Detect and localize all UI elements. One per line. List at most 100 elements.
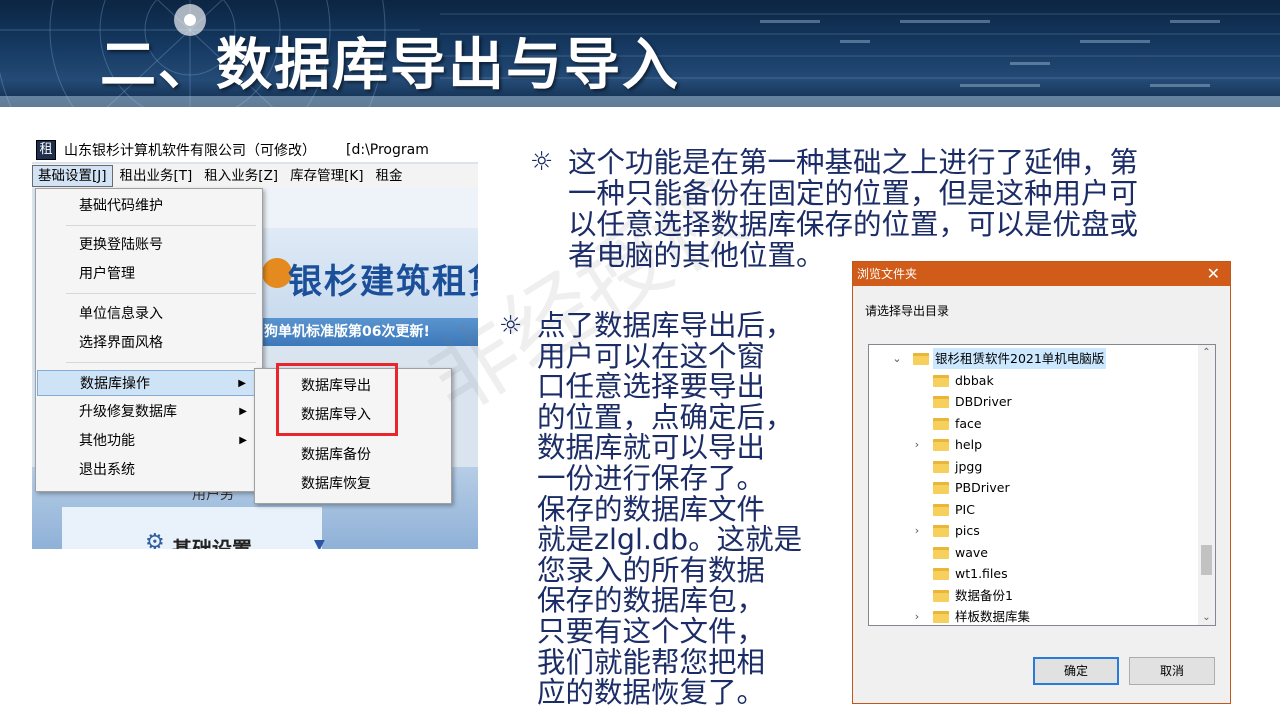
folder-icon [933,503,949,516]
menu-rent-fee[interactable]: 租金 [370,166,407,186]
menu-item-label: 退出系统 [79,462,135,478]
tree-item-label: pics [955,523,980,538]
tree-item-label: jpgg [955,458,983,474]
submenu-item-db-backup[interactable]: 数据库备份 [256,442,450,468]
submenu-arrow-icon: ▶ [239,406,247,417]
menu-item-switch-account[interactable]: 更换登陆账号 [37,232,261,258]
tree-item-label: 数据备份1 [955,587,1013,603]
folder-icon [933,460,949,473]
folder-icon [933,396,949,408]
menu-item-label: 更换登陆账号 [79,237,163,253]
expand-arrow-icon[interactable]: › [911,520,923,541]
bullet-paragraph-1: 这个功能是在第一种基础之上进行了延伸，第 一种只能备份在固定的位置，但是这种用户… [568,147,1138,271]
menu-rent-out[interactable]: 租出业务[T] [115,166,198,186]
bullet-line: 这个功能是在第一种基础之上进行了延伸，第 [568,146,1139,179]
bullet-line: 点了数据库导出后， [537,309,794,342]
tree-item-label: dbbak [955,372,994,388]
bullet-line: 应的数据恢复了。 [537,676,766,710]
menu-inventory[interactable]: 库存管理[K] [285,166,368,186]
folder-icon [933,611,949,623]
scroll-up-icon[interactable]: ⌃ [1198,347,1215,358]
submenu-arrow-icon: ▶ [238,378,246,389]
bullet-line: 一份进行保存了。 [537,461,766,495]
app-brand-banner: 银杉建筑租赁 [262,228,478,318]
bullet-sun-icon: ☼ [499,311,523,341]
ok-button[interactable]: 确定 [1033,657,1119,685]
tree-item-label: PIC [955,501,975,517]
version-text: 狗单机标准版第06次更新! [264,324,430,340]
folder-icon [933,525,949,537]
folder-icon [933,417,949,430]
expand-arrow-icon[interactable]: ⌄ [891,348,903,369]
gear-icon: ⚙ [145,530,165,549]
menu-item-exit[interactable]: 退出系统 [37,457,261,483]
app-logo-icon: 租 [36,139,56,160]
tree-item-label: DBDriver [955,394,1012,409]
tree-item-label: 样板数据库集 [955,609,1031,624]
menu-item-label: 基础代码维护 [79,198,163,214]
cancel-button[interactable]: 取消 [1129,657,1215,685]
menu-rent-in[interactable]: 租入业务[Z] [199,166,283,186]
bullet-line: 数据库就可以导出 [537,431,766,465]
highlight-box [276,363,398,436]
menu-item-database-ops[interactable]: 数据库操作 ▶ [37,370,261,396]
dialog-prompt: 请选择导出目录 [865,304,950,318]
tree-item-label: 银杉租赁软件2021单机电脑版 [933,348,1107,369]
bullet-line: 您录入的所有数据 [537,553,766,587]
app-window-path: [d:\Program [346,141,429,158]
submenu-item-label: 数据库恢复 [301,476,371,492]
menu-separator [66,362,256,363]
app-screenshot: 租 山东银杉计算机软件有限公司（可修改） [d:\Program 基础设置[J]… [32,137,478,549]
menu-separator [66,225,256,226]
submenu-arrow-icon: ▶ [239,435,247,446]
tree-item-label: help [955,437,983,452]
app-version-strip: 狗单机标准版第06次更新! [262,318,478,346]
bullet-line: 保存的数据库包， [537,584,766,618]
scroll-down-icon[interactable]: ⌄ [1198,612,1215,623]
title-banner: 二、数据库导出与导入 [0,0,1280,107]
app-window-title: 山东银杉计算机软件有限公司（可修改） [64,142,316,159]
folder-icon [913,353,929,365]
submenu-item-db-restore[interactable]: 数据库恢复 [256,471,450,497]
tree-item-label: wave [955,544,988,560]
folder-icon [933,439,949,451]
bullet-paragraph-2: 点了数据库导出后， 用户可以在这个窗 口任意选择要导出 的位置，点确定后， 数据… [537,309,803,710]
menu-item-user-management[interactable]: 用户管理 [37,261,261,287]
menu-item-base-code[interactable]: 基础代码维护 [37,193,261,219]
folder-icon [933,589,949,602]
menu-item-label: 选择界面风格 [79,335,163,351]
menu-item-label: 其他功能 [79,433,135,449]
dialog-titlebar: 浏览文件夹 ✕ [853,262,1230,286]
menu-item-upgrade-repair-db[interactable]: 升级修复数据库 ▶ [37,399,261,425]
bullet-line: 我们就能帮您把相 [537,645,766,679]
menu-basic-settings[interactable]: 基础设置[J] [32,165,113,187]
app-brand-text: 银杉建筑租赁 [288,262,478,302]
tree-item-label: face [955,415,982,431]
folder-icon [933,546,949,559]
expand-arrow-icon[interactable]: › [911,434,923,455]
bullet-line: 用户可以在这个窗 [537,339,766,373]
folder-tree[interactable]: ⌄ 银杉租赁软件2021单机电脑版 dbbak DBDriver face › help jp… [868,344,1216,626]
bullet-line: 就是zlgl.db。这就是 [537,523,803,557]
submenu-item-label: 数据库备份 [301,447,371,463]
bullet-line: 一种只能备份在固定的位置，但是这种用户可 [568,177,1139,210]
app-background [262,188,478,228]
tree-item-label: wt1.files [955,566,1008,581]
menu-separator [66,293,256,294]
menu-item-company-info[interactable]: 单位信息录入 [37,301,261,327]
scroll-thumb[interactable] [1201,545,1212,575]
folder-icon [933,568,949,580]
expand-arrow-icon[interactable]: › [911,606,923,625]
folder-icon [933,374,949,387]
menu-item-interface-style[interactable]: 选择界面风格 [37,330,261,356]
slide-title: 二、数据库导出与导入 [100,33,680,98]
bullet-line: 以任意选择数据库保存的位置，可以是优盘或 [568,208,1139,241]
app-menubar: 基础设置[J] 租出业务[T] 租入业务[Z] 库存管理[K] 租金 [32,164,478,188]
bullet-line: 只要有这个文件， [537,614,766,648]
close-icon[interactable]: ✕ [1207,262,1220,286]
menu-item-label: 数据库操作 [80,376,150,392]
vertical-scrollbar[interactable]: ⌃ ⌄ [1198,345,1215,625]
bullet-line: 口任意选择要导出 [537,370,766,404]
menu-item-other-functions[interactable]: 其他功能 ▶ [37,428,261,454]
bullet-sun-icon: ☼ [530,147,554,177]
